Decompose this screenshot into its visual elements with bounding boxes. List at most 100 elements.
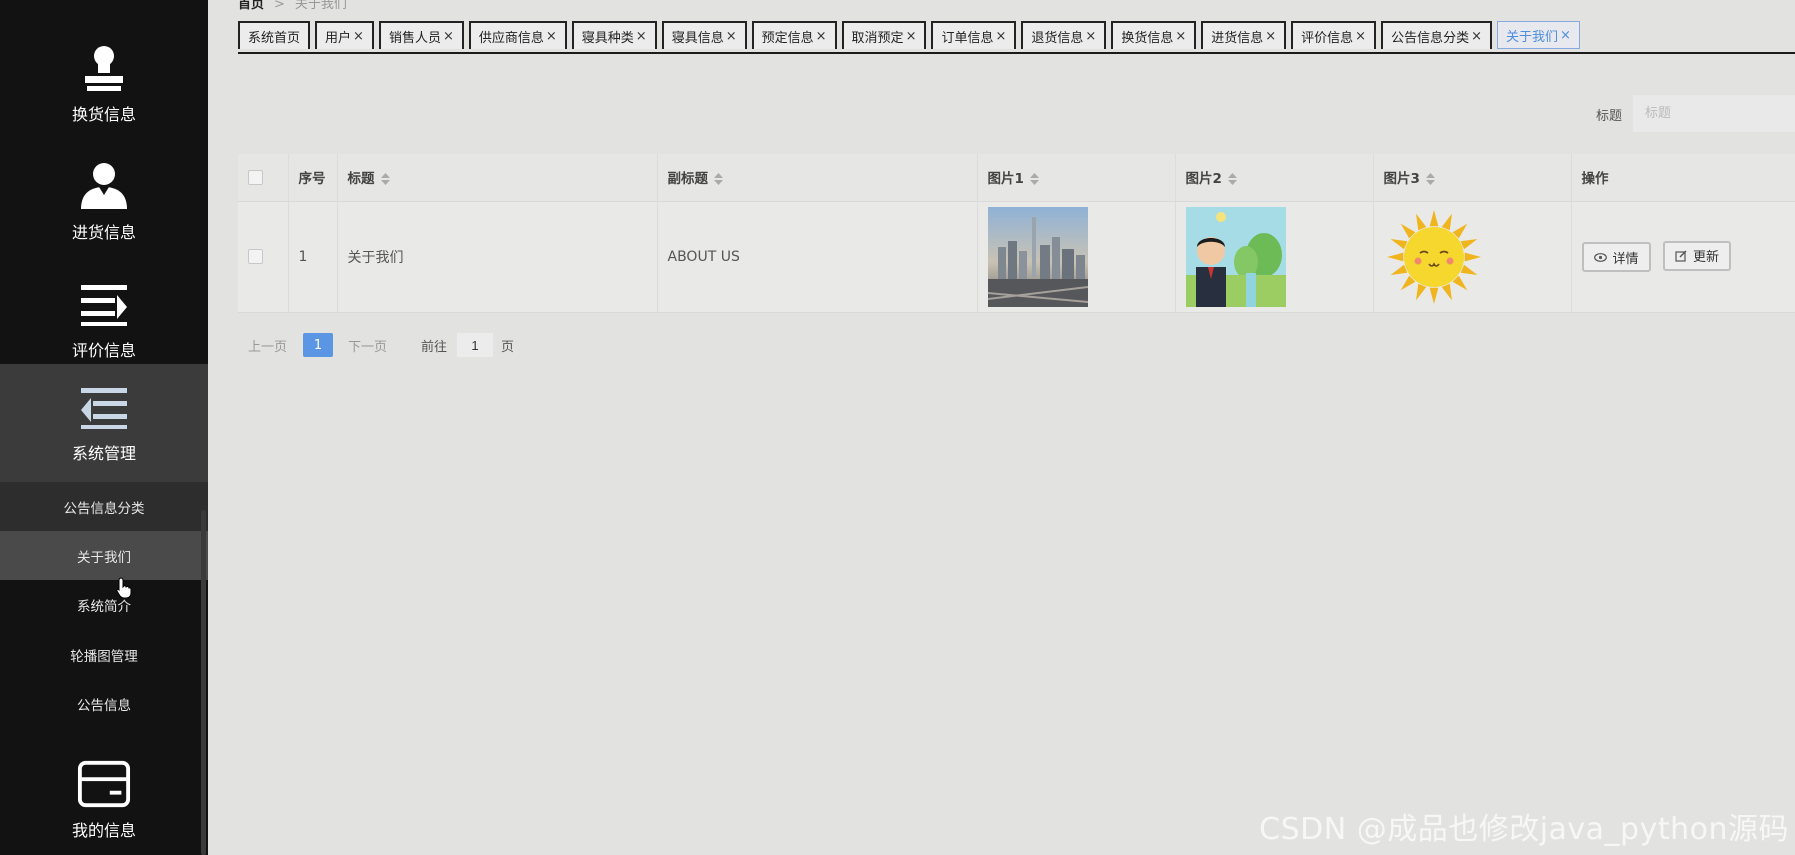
close-icon[interactable]: ×: [1085, 29, 1096, 44]
sort-icon[interactable]: [1227, 173, 1237, 186]
close-icon[interactable]: ×: [1265, 29, 1276, 44]
sidebar-scrollbar[interactable]: [201, 510, 206, 855]
sidebar-item-label: 评价信息: [71, 341, 136, 360]
breadcrumb-separator: >: [274, 0, 285, 12]
watermark: CSDN @成品也修改java_python源码: [1259, 812, 1789, 847]
tab-label: 销售人员: [388, 30, 441, 46]
close-icon[interactable]: ×: [995, 29, 1006, 44]
select-all-checkbox[interactable]: [248, 169, 263, 185]
sort-icon[interactable]: [380, 173, 390, 186]
sidebar-item-purchase[interactable]: 进货信息: [0, 143, 208, 261]
row-image3-cell: [1373, 201, 1572, 313]
close-icon[interactable]: ×: [1471, 29, 1482, 44]
column-header-title[interactable]: 标题: [337, 154, 658, 202]
column-header-actions: 操作: [1571, 154, 1795, 202]
table-header-row: 序号 标题 副标题 图片1 图片2 图片3 操作: [238, 154, 1795, 202]
close-icon[interactable]: ×: [726, 29, 737, 44]
update-button-label: 更新: [1692, 250, 1719, 266]
tab-5[interactable]: 寝具信息 ×: [661, 21, 747, 49]
column-header-label: 副标题: [667, 171, 709, 188]
eye-icon: [1593, 252, 1607, 262]
column-header-image2[interactable]: 图片2: [1175, 154, 1374, 202]
tab-2[interactable]: 销售人员 ×: [378, 21, 464, 49]
close-icon[interactable]: ×: [443, 29, 454, 44]
row-title: 关于我们: [337, 201, 658, 313]
column-header-image3[interactable]: 图片3: [1373, 154, 1572, 202]
close-icon[interactable]: ×: [353, 29, 364, 44]
tab-1[interactable]: 用户 ×: [315, 21, 374, 49]
sidebar-sub-system-intro[interactable]: 系统简介: [0, 580, 208, 629]
update-button[interactable]: 更新: [1662, 240, 1731, 271]
hand-cursor-icon: [116, 577, 132, 599]
tab-14[interactable]: 关于我们 ×: [1497, 21, 1580, 49]
close-icon[interactable]: ×: [816, 29, 827, 44]
sidebar-item-my-info[interactable]: 我的信息: [0, 745, 208, 855]
pagination: 上一页 1 下一页 前往 页: [248, 333, 514, 357]
sidebar-item-label: 进货信息: [71, 223, 136, 242]
sidebar-item-review[interactable]: 评价信息: [0, 261, 208, 379]
column-header-label: 图片1: [987, 171, 1024, 188]
sort-icon[interactable]: [714, 173, 723, 186]
column-header-subtitle[interactable]: 副标题: [657, 154, 978, 202]
sidebar-sub-carousel[interactable]: 轮播图管理: [0, 630, 208, 679]
row-index: 1: [288, 201, 338, 313]
tab-label: 寝具信息: [671, 30, 724, 46]
tab-label: 供应商信息: [478, 30, 544, 46]
tab-label: 预定信息: [761, 30, 814, 46]
sort-icon[interactable]: [1425, 173, 1435, 186]
tab-13[interactable]: 公告信息分类 ×: [1381, 21, 1492, 49]
tab-label: 退货信息: [1031, 30, 1084, 46]
close-icon[interactable]: ×: [1355, 29, 1366, 44]
close-icon[interactable]: ×: [546, 29, 557, 44]
prev-page-button[interactable]: 上一页: [248, 336, 287, 355]
tab-10[interactable]: 换货信息 ×: [1111, 21, 1197, 49]
data-table: 序号 标题 副标题 图片1 图片2 图片3 操作 1 关于我们 ABOUT US: [238, 154, 1795, 313]
sidebar-item-exchange[interactable]: 换货信息: [0, 25, 208, 143]
tab-label: 取消预定: [851, 30, 904, 46]
tab-label: 公告信息分类: [1391, 30, 1470, 46]
detail-button[interactable]: 详情: [1581, 242, 1651, 273]
cartoon-park-image: [1185, 206, 1286, 307]
sidebar-item-system[interactable]: 系统管理: [0, 364, 208, 482]
tab-label: 评价信息: [1301, 30, 1354, 46]
tab-label: 换货信息: [1121, 30, 1174, 46]
tab-7[interactable]: 取消预定 ×: [841, 21, 927, 49]
table-row: 1 关于我们 ABOUT US 详情 更新: [238, 201, 1795, 313]
tab-6[interactable]: 预定信息 ×: [751, 21, 837, 49]
row-checkbox[interactable]: [248, 249, 263, 264]
tab-11[interactable]: 进货信息 ×: [1201, 21, 1287, 49]
edit-icon: [1675, 250, 1687, 262]
close-icon[interactable]: ×: [1560, 28, 1571, 43]
tab-9[interactable]: 退货信息 ×: [1021, 21, 1107, 49]
breadcrumb-home[interactable]: 首页: [238, 0, 264, 12]
card-icon: [77, 759, 131, 809]
sort-icon[interactable]: [1029, 173, 1039, 186]
tab-label: 进货信息: [1211, 30, 1264, 46]
close-icon[interactable]: ×: [1175, 29, 1186, 44]
sidebar-sub-label: 公告信息: [77, 697, 131, 714]
tab-label: 订单信息: [941, 30, 994, 46]
goto-page-input[interactable]: [457, 333, 494, 357]
sidebar-sub-about[interactable]: 关于我们: [0, 531, 208, 580]
tab-8[interactable]: 订单信息 ×: [931, 21, 1017, 49]
tab-0[interactable]: 系统首页: [238, 21, 311, 49]
sidebar-sub-notice[interactable]: 公告信息: [0, 679, 208, 728]
close-icon[interactable]: ×: [906, 29, 917, 44]
tab-12[interactable]: 评价信息 ×: [1291, 21, 1377, 49]
tab-3[interactable]: 供应商信息 ×: [468, 21, 567, 49]
next-page-button[interactable]: 下一页: [348, 336, 387, 355]
detail-button-label: 详情: [1612, 251, 1639, 267]
sidebar-sub-label: 轮播图管理: [70, 648, 138, 665]
page-number-current[interactable]: 1: [303, 333, 334, 357]
tab-4[interactable]: 寝具种类 ×: [571, 21, 657, 49]
column-header-label: 图片2: [1185, 171, 1222, 188]
sidebar-item-label: 我的信息: [71, 821, 136, 840]
list-arrow-right-icon: [77, 279, 131, 329]
search-input[interactable]: [1633, 95, 1795, 132]
sidebar-sub-notice-category[interactable]: 公告信息分类: [0, 482, 208, 531]
column-header-index: 序号: [288, 154, 338, 202]
tab-label: 关于我们: [1506, 29, 1559, 45]
close-icon[interactable]: ×: [636, 29, 647, 44]
row-subtitle: ABOUT US: [657, 201, 978, 313]
column-header-image1[interactable]: 图片1: [977, 154, 1176, 202]
